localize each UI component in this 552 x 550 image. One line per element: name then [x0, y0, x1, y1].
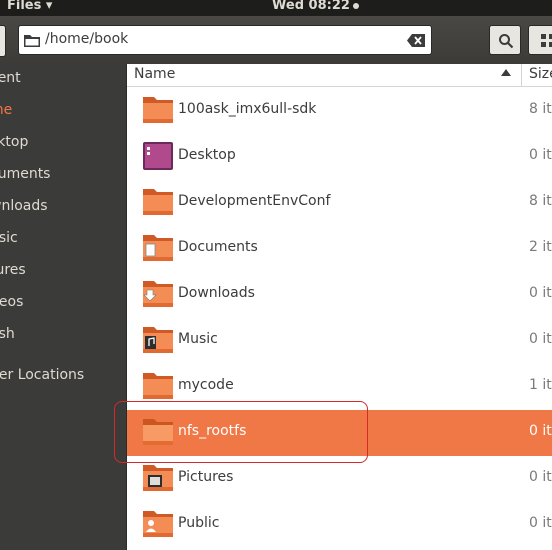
- top-bar: Files ▾ Wed 08:22: [0, 0, 552, 16]
- search-icon: [499, 34, 514, 49]
- column-divider: [521, 64, 522, 86]
- file-row-nfs-rootfs[interactable]: nfs_rootfs 0 ite: [127, 410, 552, 456]
- file-row-documents[interactable]: Documents 2 ite: [127, 226, 552, 272]
- file-row-100ask[interactable]: 100ask_imx6ull-sdk 8 ite: [127, 88, 552, 134]
- music-folder-icon: [143, 327, 173, 353]
- desktop-folder-icon: [143, 142, 173, 170]
- column-name-header[interactable]: Name: [134, 66, 175, 82]
- file-name: Documents: [178, 239, 258, 255]
- sidebar-item-downloads[interactable]: wnloads: [0, 198, 48, 214]
- status-dot-icon: [352, 2, 359, 9]
- clear-icon[interactable]: [407, 34, 425, 47]
- file-size: 0 ite: [529, 469, 552, 485]
- location-bar[interactable]: /home/book: [18, 25, 432, 55]
- grid-view-icon: [541, 34, 552, 47]
- file-row-downloads[interactable]: Downloads 0 ite: [127, 272, 552, 318]
- downloads-folder-icon: [143, 281, 173, 307]
- file-size: 0 ite: [529, 285, 552, 301]
- search-button[interactable]: [489, 25, 521, 55]
- file-name: nfs_rootfs: [178, 423, 247, 439]
- sidebar: cent me sktop cuments wnloads usic tures…: [0, 64, 127, 550]
- clock[interactable]: Wed 08:22: [272, 0, 359, 13]
- file-name: Pictures: [178, 469, 234, 485]
- file-row-developmentenvconf[interactable]: DevelopmentEnvConf 8 ite: [127, 180, 552, 226]
- sidebar-item-other-locations[interactable]: her Locations: [0, 367, 84, 383]
- file-name: Public: [178, 515, 220, 531]
- back-button[interactable]: [0, 25, 6, 57]
- sidebar-item-desktop[interactable]: sktop: [0, 134, 28, 150]
- folder-icon: [143, 97, 173, 123]
- file-name: Downloads: [178, 285, 255, 301]
- sidebar-item-pictures[interactable]: tures: [0, 262, 26, 278]
- file-name: 100ask_imx6ull-sdk: [178, 101, 317, 117]
- location-input[interactable]: /home/book: [45, 31, 128, 47]
- sidebar-item-trash[interactable]: ash: [0, 326, 15, 342]
- sidebar-item-recent[interactable]: cent: [0, 70, 21, 86]
- file-size: 8 ite: [529, 193, 552, 209]
- file-name: Desktop: [178, 147, 236, 163]
- view-toggle-button[interactable]: [528, 25, 552, 55]
- column-size-header[interactable]: Size: [529, 66, 552, 82]
- file-size: 0 ite: [529, 423, 552, 439]
- documents-folder-icon: [143, 235, 173, 261]
- sidebar-item-documents[interactable]: cuments: [0, 166, 50, 182]
- file-name: Music: [178, 331, 218, 347]
- clock-label: Wed 08:22: [272, 0, 350, 13]
- file-list: Name Size 100ask_imx6ull-sdk 8 ite Deskt…: [127, 64, 552, 550]
- file-size: 8 ite: [529, 101, 552, 117]
- file-row-pictures[interactable]: Pictures 0 ite: [127, 456, 552, 502]
- file-row-public[interactable]: Public 0 ite: [127, 502, 552, 548]
- column-header: Name Size: [127, 64, 552, 87]
- public-folder-icon: [143, 511, 173, 537]
- folder-icon: [143, 189, 173, 215]
- file-size: 0 ite: [529, 331, 552, 347]
- folder-icon: [143, 419, 173, 445]
- sidebar-item-music[interactable]: usic: [0, 230, 18, 246]
- sidebar-item-home[interactable]: me: [0, 102, 12, 118]
- sort-ascending-icon: [501, 69, 511, 76]
- sidebar-item-videos[interactable]: deos: [0, 294, 23, 310]
- header-bar: /home/book: [0, 16, 552, 64]
- file-size: 2 ite: [529, 239, 552, 255]
- file-row-mycode[interactable]: mycode 1 ite: [127, 364, 552, 410]
- file-name: mycode: [178, 377, 234, 393]
- file-name: DevelopmentEnvConf: [178, 193, 331, 209]
- app-menu[interactable]: Files ▾: [7, 0, 52, 13]
- file-row-music[interactable]: Music 0 ite: [127, 318, 552, 364]
- file-size: 0 ite: [529, 147, 552, 163]
- folder-icon: [24, 35, 40, 47]
- file-size: 1 ite: [529, 377, 552, 393]
- file-row-desktop[interactable]: Desktop 0 ite: [127, 134, 552, 180]
- file-size: 0 ite: [529, 515, 552, 531]
- pictures-folder-icon: [143, 465, 173, 491]
- folder-icon: [143, 373, 173, 399]
